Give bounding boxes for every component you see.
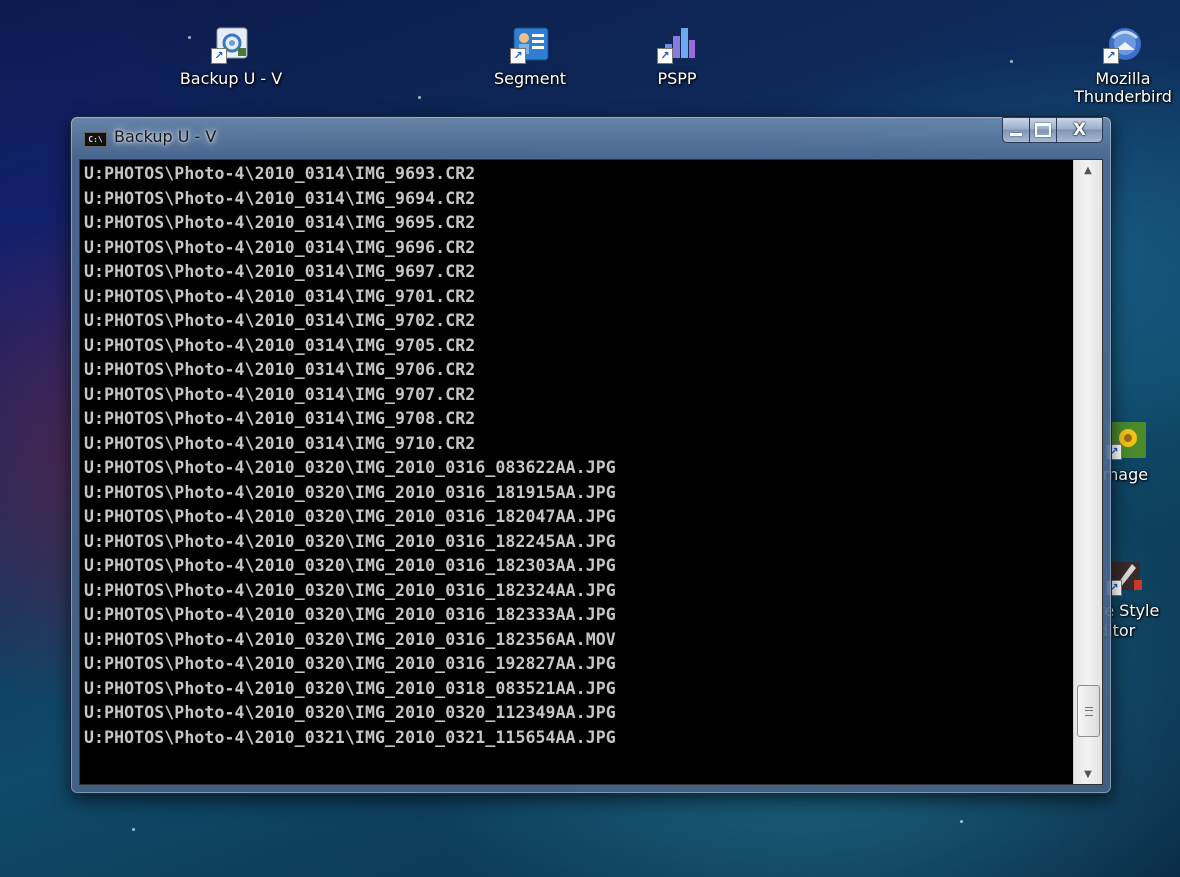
desktop-icon-label: Segment bbox=[494, 69, 566, 88]
style-editor-shortcut-icon: ↗ bbox=[1106, 556, 1146, 596]
star bbox=[1010, 60, 1013, 63]
console-line: U:PHOTOS\Photo-4\2010_0320\IMG_2010_0316… bbox=[84, 556, 616, 575]
console-line: U:PHOTOS\Photo-4\2010_0320\IMG_2010_0316… bbox=[84, 482, 616, 502]
console-output[interactable]: U:PHOTOS\Photo-4\2010_0314\IMG_9693.CR2 U… bbox=[79, 159, 1103, 785]
window-controls: X bbox=[1002, 117, 1103, 143]
maximize-icon bbox=[1035, 123, 1051, 137]
minimize-icon bbox=[1010, 132, 1022, 136]
console-line: U:PHOTOS\Photo-4\2010_0314\IMG_9708.CR2 bbox=[84, 409, 476, 428]
console-line: U:PHOTOS\Photo-4\2010_0320\IMG_2010_0316… bbox=[84, 605, 616, 624]
desktop-icon-backup[interactable]: ↗ Backup U - V bbox=[176, 24, 286, 90]
console-line: U:PHOTOS\Photo-4\2010_0320\IMG_2010_0316… bbox=[84, 654, 616, 673]
scroll-up-button[interactable]: ▲ bbox=[1074, 160, 1102, 180]
console-line: U:PHOTOS\Photo-4\2010_0314\IMG_9702.CR2 bbox=[84, 311, 476, 330]
desktop-icon-segment[interactable]: ↗ Segment bbox=[475, 24, 585, 90]
console-line: U:PHOTOS\Photo-4\2010_0320\IMG_2010_0316… bbox=[84, 629, 616, 649]
shortcut-arrow-icon: ↗ bbox=[657, 48, 673, 64]
desktop-icon-thunderbird[interactable]: ↗ Mozilla Thunderbird bbox=[1068, 24, 1178, 108]
minimize-button[interactable] bbox=[1002, 117, 1030, 143]
star bbox=[960, 820, 963, 823]
console-window[interactable]: C:\ Backup U - V X U:PHOTOS\Photo-4\2010… bbox=[70, 116, 1112, 794]
console-line: U:PHOTOS\Photo-4\2010_0320\IMG_2010_0316… bbox=[84, 507, 616, 526]
shortcut-arrow-icon: ↗ bbox=[1103, 48, 1119, 64]
console-line: U:PHOTOS\Photo-4\2010_0314\IMG_9696.CR2 bbox=[84, 237, 476, 257]
console-line: U:PHOTOS\Photo-4\2010_0314\IMG_9701.CR2 bbox=[84, 286, 476, 306]
thunderbird-shortcut-icon: ↗ bbox=[1103, 24, 1143, 64]
grip-icon bbox=[1084, 706, 1093, 716]
vertical-scrollbar[interactable]: ▲ ▼ bbox=[1073, 160, 1102, 784]
shortcut-arrow-icon: ↗ bbox=[510, 48, 526, 64]
shortcut-arrow-icon: ↗ bbox=[211, 48, 227, 64]
desktop-icon-label: Backup U - V bbox=[179, 69, 283, 88]
desktop-icon-label: PSPP bbox=[657, 69, 697, 88]
console-line: U:PHOTOS\Photo-4\2010_0321\IMG_2010_0321… bbox=[84, 727, 616, 747]
console-app-icon: C:\ bbox=[84, 132, 107, 147]
console-line: U:PHOTOS\Photo-4\2010_0314\IMG_9707.CR2 bbox=[84, 384, 476, 404]
scroll-down-button[interactable]: ▼ bbox=[1074, 764, 1102, 784]
pspp-shortcut-icon: ↗ bbox=[657, 24, 697, 64]
segment-shortcut-icon: ↗ bbox=[510, 24, 550, 64]
console-line: U:PHOTOS\Photo-4\2010_0314\IMG_9705.CR2 bbox=[84, 335, 476, 355]
desktop-icon-label-line2: Thunderbird bbox=[1074, 87, 1172, 106]
close-icon: X bbox=[1072, 119, 1087, 140]
console-line: U:PHOTOS\Photo-4\2010_0320\IMG_2010_0316… bbox=[84, 580, 616, 600]
star bbox=[418, 96, 421, 99]
maximize-button[interactable] bbox=[1030, 117, 1057, 143]
console-line: U:PHOTOS\Photo-4\2010_0320\IMG_2010_0318… bbox=[84, 678, 616, 698]
backup-shortcut-icon: ↗ bbox=[211, 24, 251, 64]
desktop-icon-pspp[interactable]: ↗ PSPP bbox=[622, 24, 732, 90]
console-line: U:PHOTOS\Photo-4\2010_0320\IMG_2010_0316… bbox=[84, 458, 616, 477]
window-title: Backup U - V bbox=[114, 127, 217, 146]
image-shortcut-icon: ↗ bbox=[1106, 420, 1146, 460]
console-line: U:PHOTOS\Photo-4\2010_0320\IMG_2010_0320… bbox=[84, 703, 616, 722]
scroll-thumb[interactable] bbox=[1077, 685, 1100, 737]
star bbox=[132, 828, 135, 831]
console-line: U:PHOTOS\Photo-4\2010_0314\IMG_9695.CR2 bbox=[84, 213, 476, 232]
console-line: U:PHOTOS\Photo-4\2010_0314\IMG_9697.CR2 bbox=[84, 262, 476, 281]
console-line: U:PHOTOS\Photo-4\2010_0320\IMG_2010_0316… bbox=[84, 531, 616, 551]
console-text-area[interactable]: U:PHOTOS\Photo-4\2010_0314\IMG_9693.CR2 U… bbox=[84, 162, 1069, 780]
console-line: U:PHOTOS\Photo-4\2010_0314\IMG_9694.CR2 bbox=[84, 188, 476, 208]
console-line: U:PHOTOS\Photo-4\2010_0314\IMG_9710.CR2 bbox=[84, 433, 476, 453]
console-line: U:PHOTOS\Photo-4\2010_0314\IMG_9693.CR2 bbox=[84, 164, 476, 183]
close-button[interactable]: X bbox=[1057, 117, 1103, 143]
console-line: U:PHOTOS\Photo-4\2010_0314\IMG_9706.CR2 bbox=[84, 360, 476, 379]
window-titlebar[interactable]: C:\ Backup U - V X bbox=[71, 117, 1111, 155]
